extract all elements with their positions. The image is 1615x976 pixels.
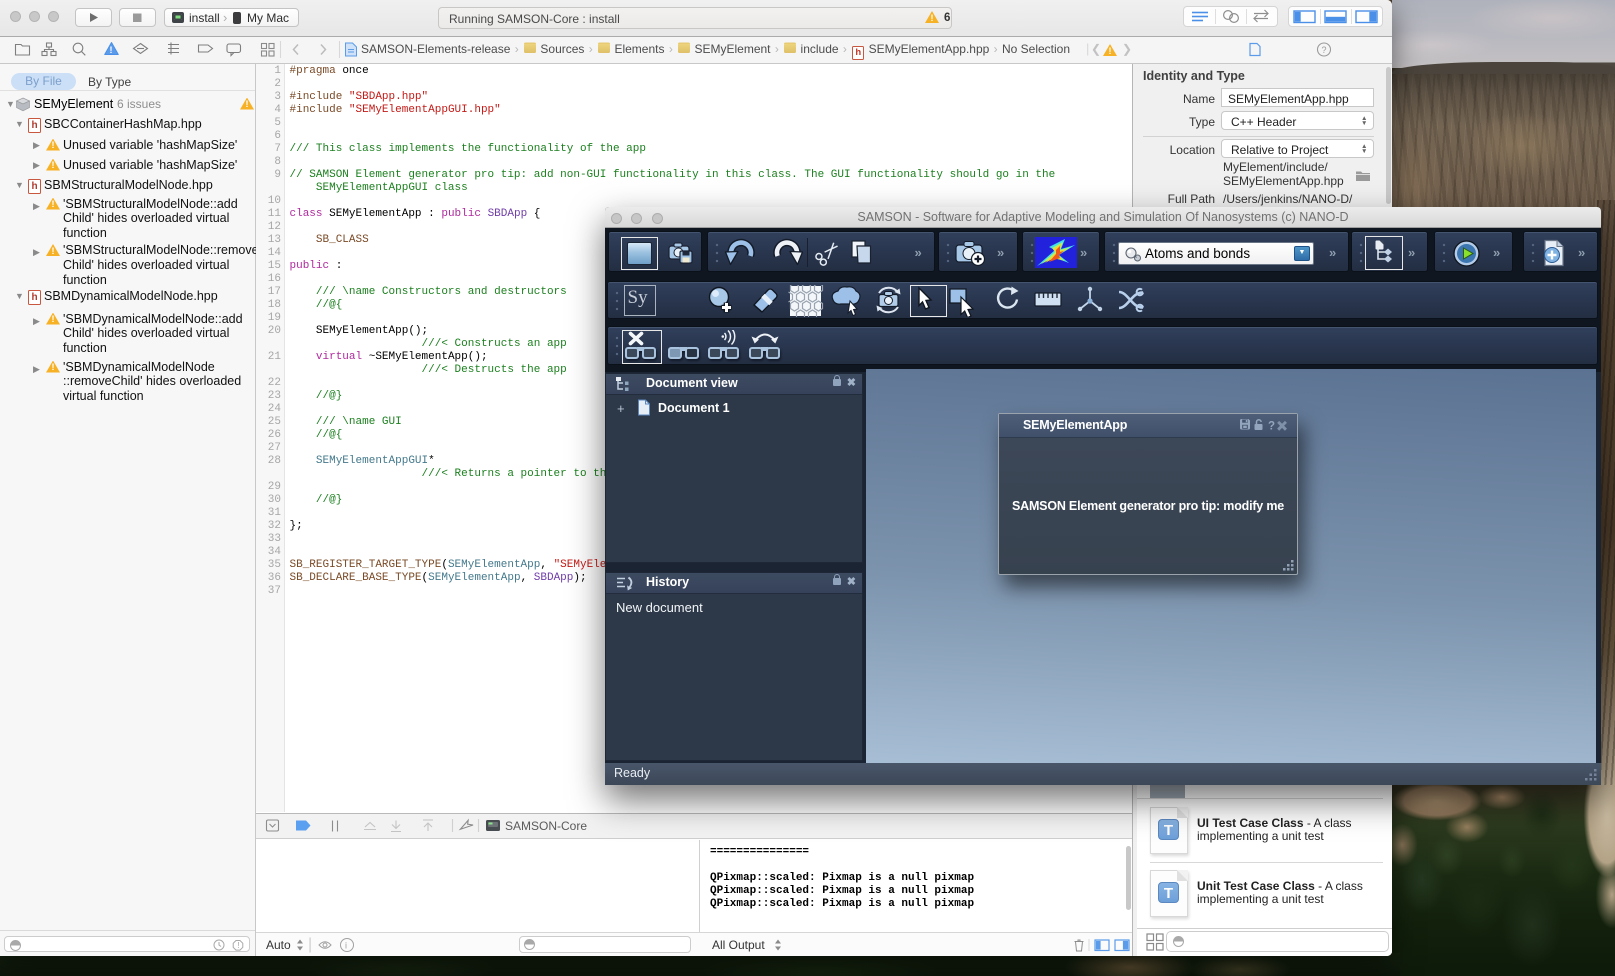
svg-text:i: i bbox=[345, 941, 347, 951]
svg-text:?: ? bbox=[1268, 421, 1275, 433]
svg-text:!: ! bbox=[110, 45, 113, 55]
svg-text:!: ! bbox=[237, 940, 239, 950]
